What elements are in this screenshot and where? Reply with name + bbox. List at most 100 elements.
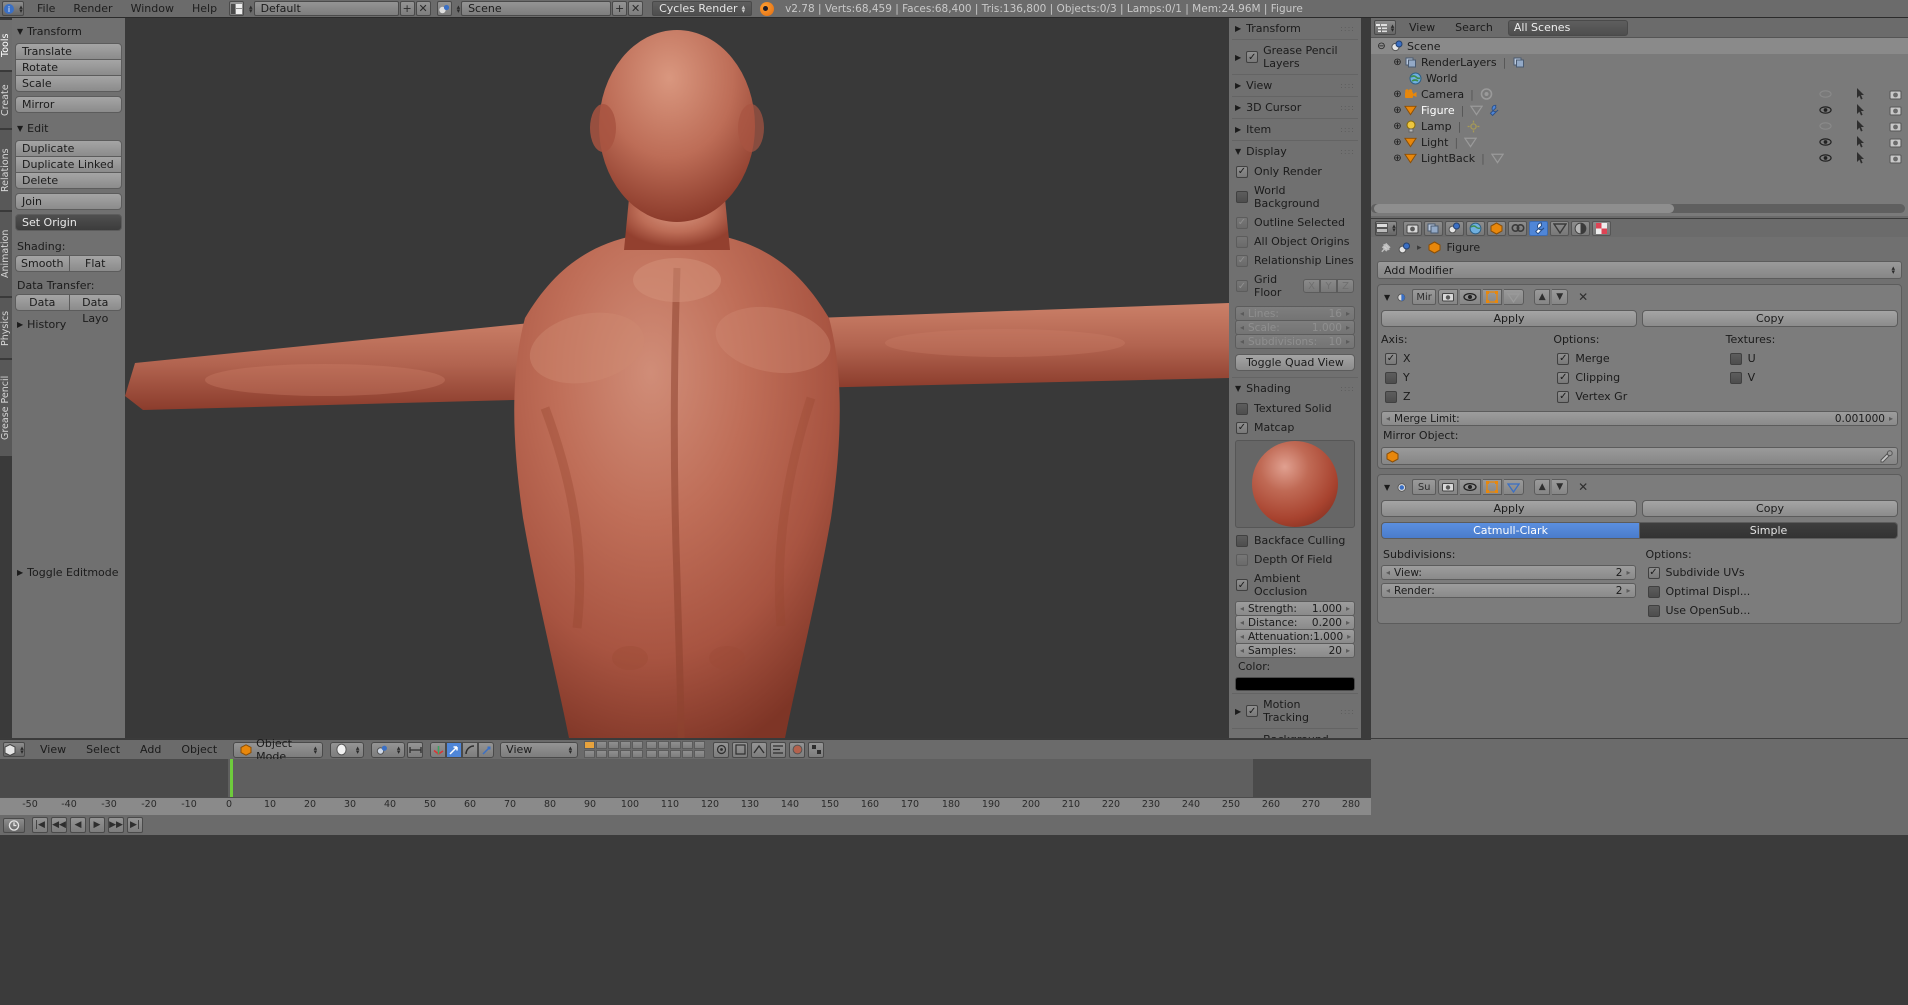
- layer-cell[interactable]: [694, 741, 705, 749]
- restrict-select-icon[interactable]: [1854, 136, 1867, 149]
- modifier-mirror-name[interactable]: Mir: [1412, 289, 1436, 305]
- playback-start-icon[interactable]: |◀: [32, 817, 48, 833]
- option-matcap[interactable]: ✓ Matcap: [1232, 418, 1358, 437]
- layer-cell[interactable]: [646, 750, 657, 758]
- tab-create[interactable]: Create: [0, 70, 12, 128]
- mirror-axis-x-checkbox[interactable]: ✓: [1385, 353, 1397, 365]
- motion-tracking-checkbox[interactable]: ✓: [1246, 705, 1258, 717]
- viewport-shading-select[interactable]: ▴▾: [330, 742, 364, 758]
- modifier-editmode-toggle-icon[interactable]: [1483, 479, 1502, 495]
- shade-smooth-button[interactable]: Smooth: [15, 255, 69, 272]
- screen-layout-icon[interactable]: [229, 1, 244, 16]
- only-render-checkbox[interactable]: ✓: [1236, 166, 1248, 178]
- matcap-toggle-icon[interactable]: [789, 742, 805, 758]
- right-arrow-icon[interactable]: ▸: [1626, 586, 1630, 595]
- outliner-scrollbar-thumb[interactable]: [1374, 204, 1674, 213]
- proportional-edit-icon[interactable]: [751, 742, 767, 758]
- modifier-subsurf-name[interactable]: Su: [1412, 479, 1436, 495]
- tab-object-data[interactable]: [1550, 221, 1569, 236]
- outliner-row-figure[interactable]: ⊕ Figure |: [1371, 102, 1908, 118]
- viewport-menu-select[interactable]: Select: [77, 743, 129, 756]
- tab-grease-pencil[interactable]: Grease Pencil: [0, 358, 12, 456]
- outliner-row-light[interactable]: ⊕ Light |: [1371, 134, 1908, 150]
- mirror-merge-limit-field[interactable]: ◂ Merge Limit: 0.001000 ▸: [1381, 411, 1898, 426]
- mirror-clipping-checkbox[interactable]: ✓: [1557, 372, 1569, 384]
- add-layout-button[interactable]: +: [400, 1, 415, 16]
- timeline-area[interactable]: [0, 759, 1371, 797]
- subsurf-option-subdivide-uvs[interactable]: ✓ Subdivide UVs: [1644, 563, 1899, 582]
- right-arrow-icon[interactable]: ▸: [1346, 618, 1350, 627]
- mirror-copy-button[interactable]: Copy: [1642, 310, 1898, 327]
- modifier-cage-toggle-icon[interactable]: [1504, 289, 1524, 305]
- playback-end-icon[interactable]: ▶|: [127, 817, 143, 833]
- ao-attenuation-field[interactable]: ◂ Attenuation: 1.000 ▸: [1235, 629, 1355, 644]
- optimal-display-checkbox[interactable]: [1648, 586, 1660, 598]
- subsurf-apply-button[interactable]: Apply: [1381, 500, 1637, 517]
- modifier-render-toggle-icon[interactable]: [1438, 479, 1458, 495]
- layer-block-1[interactable]: [584, 741, 643, 758]
- translate-button[interactable]: Translate: [15, 43, 122, 60]
- tab-tools[interactable]: Tools: [0, 18, 12, 70]
- ao-distance-field[interactable]: ◂ Distance: 0.200 ▸: [1235, 615, 1355, 630]
- mirror-button[interactable]: Mirror: [15, 96, 122, 113]
- restrict-select-icon[interactable]: [1854, 104, 1867, 117]
- modifier-editmode-toggle-icon[interactable]: [1483, 289, 1502, 305]
- translate-manipulator-icon[interactable]: [446, 742, 462, 758]
- layer-cell[interactable]: [670, 741, 681, 749]
- layer-cell[interactable]: [584, 750, 595, 758]
- scene-breadcrumb-icon[interactable]: [1398, 241, 1411, 254]
- outliner-row-lamp[interactable]: ⊕ Lamp |: [1371, 118, 1908, 134]
- modifier-viewport-toggle-icon[interactable]: [1460, 479, 1481, 495]
- mirror-option-vertex-group[interactable]: ✓ Vertex Gr: [1553, 387, 1725, 406]
- mirror-apply-button[interactable]: Apply: [1381, 310, 1637, 327]
- expand-plus-icon[interactable]: ⊕: [1391, 136, 1404, 149]
- layer-cell[interactable]: [584, 741, 595, 749]
- tab-world[interactable]: [1466, 221, 1485, 236]
- screen-layout-select[interactable]: Default: [254, 1, 399, 16]
- outliner-display-mode-select[interactable]: All Scenes: [1508, 20, 1628, 36]
- tab-modifiers[interactable]: [1529, 221, 1548, 236]
- pin-icon[interactable]: [1379, 241, 1392, 254]
- snap-during-transform-icon[interactable]: [407, 742, 423, 758]
- outliner-row-world[interactable]: World: [1371, 70, 1908, 86]
- outliner-row-scene[interactable]: ⊖ Scene: [1371, 38, 1908, 54]
- menu-file[interactable]: File: [28, 0, 64, 18]
- add-modifier-button[interactable]: Add Modifier ▴▾: [1377, 261, 1902, 279]
- outliner-scrollbar-track[interactable]: [1371, 204, 1905, 213]
- delete-scene-button[interactable]: ✕: [628, 1, 643, 16]
- layer-cell[interactable]: [658, 741, 669, 749]
- modifier-move-down-icon[interactable]: ▼: [1552, 289, 1568, 305]
- scale-button[interactable]: Scale: [15, 75, 122, 92]
- grid-axis-x[interactable]: X: [1303, 279, 1320, 293]
- viewport-menu-add[interactable]: Add: [131, 743, 170, 756]
- right-arrow-icon[interactable]: ▸: [1346, 604, 1350, 613]
- chevron-updown-icon[interactable]: ▴▾: [457, 5, 461, 13]
- panel-motion-tracking[interactable]: ▶ ✓ Motion Tracking ::::: [1232, 693, 1358, 729]
- manipulator-enable-icon[interactable]: [430, 742, 446, 758]
- matcap-checkbox[interactable]: ✓: [1236, 422, 1248, 434]
- layer-cell[interactable]: [608, 750, 619, 758]
- playback-reverse-icon[interactable]: ◀: [70, 817, 86, 833]
- timeline-ruler[interactable]: -50 -40 -30 -20 -10 0 10 20 30 40 50 60 …: [0, 797, 1371, 815]
- use-opensubdiv-checkbox[interactable]: [1648, 605, 1660, 617]
- triangle-down-icon[interactable]: ▼: [1384, 483, 1390, 492]
- 3d-view-editor-type-icon[interactable]: ▴▾: [3, 742, 25, 757]
- info-editor-icon[interactable]: i ▴▾: [2, 1, 24, 16]
- scale-manipulator-icon[interactable]: [478, 742, 494, 758]
- mirror-texture-u-checkbox[interactable]: [1730, 353, 1742, 365]
- restrict-render-icon[interactable]: [1889, 104, 1902, 117]
- subsurf-option-use-opensubdiv[interactable]: Use OpenSub...: [1644, 601, 1899, 620]
- camera-data-icon[interactable]: [1480, 88, 1493, 101]
- outliner-editor-type-icon[interactable]: ▴▾: [1374, 20, 1396, 35]
- restrict-select-icon[interactable]: [1854, 120, 1867, 133]
- ao-samples-field[interactable]: ◂ Samples: 20 ▸: [1235, 643, 1355, 658]
- interaction-mode-select[interactable]: Object Mode ▴▾: [233, 742, 323, 758]
- right-arrow-icon[interactable]: ▸: [1347, 632, 1351, 641]
- textured-solid-checkbox[interactable]: [1236, 403, 1248, 415]
- renderlayers-data-icon[interactable]: [1512, 56, 1525, 69]
- rotate-button[interactable]: Rotate: [15, 59, 122, 76]
- mirror-axis-y[interactable]: Y: [1381, 368, 1553, 387]
- mirror-axis-y-checkbox[interactable]: [1385, 372, 1397, 384]
- ao-strength-field[interactable]: ◂ Strength: 1.000 ▸: [1235, 601, 1355, 616]
- restrict-view-icon[interactable]: [1819, 88, 1832, 101]
